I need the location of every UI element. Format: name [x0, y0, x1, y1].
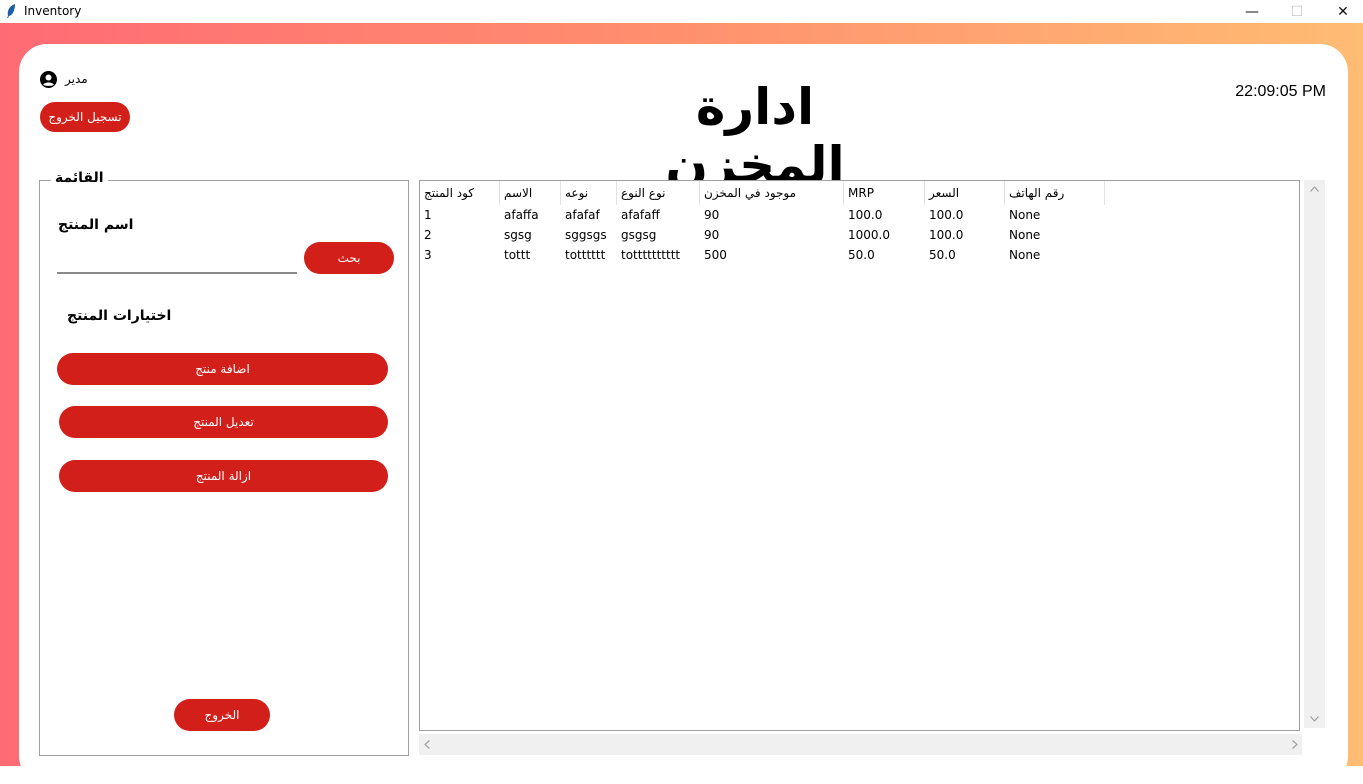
search-input[interactable] — [57, 248, 301, 272]
menu-legend: القائمة — [51, 170, 108, 186]
maximize-button[interactable]: ☐ — [1274, 0, 1320, 23]
logout-button[interactable]: تسجيل الخروج — [40, 102, 130, 132]
table-header: كود المنتج الاسم نوعه نوع النوع موجود في… — [420, 181, 1120, 205]
table-cell: 500 — [704, 248, 727, 262]
column-header[interactable]: رقم الهاتف — [1005, 181, 1105, 205]
column-header[interactable]: موجود في المخزن — [700, 181, 844, 205]
table-cell: totttttttttt — [621, 248, 681, 262]
remove-product-button[interactable]: ازالة المنتج — [59, 460, 388, 492]
user-role-label: مدير — [65, 72, 88, 86]
exit-button[interactable]: الخروج — [174, 699, 270, 731]
minimize-button[interactable]: — — [1229, 0, 1275, 23]
table-cell: 100.0 — [848, 208, 883, 222]
product-options-label: اختيارات المنتج — [67, 308, 172, 324]
table-cell: 2 — [424, 228, 432, 242]
product-name-label: اسم المنتج — [58, 217, 134, 233]
vertical-scrollbar[interactable] — [1304, 180, 1325, 728]
search-underline — [57, 272, 297, 274]
horizontal-scrollbar[interactable] — [419, 734, 1302, 755]
add-product-button[interactable]: اضافة منتج — [57, 353, 388, 385]
table-row[interactable]: 1 afaffa afafaf afafaff 90 100.0 100.0 N… — [420, 205, 1120, 225]
chevron-up-icon[interactable] — [1310, 186, 1319, 192]
column-header[interactable]: نوع النوع — [617, 181, 700, 205]
chevron-down-icon[interactable] — [1310, 716, 1319, 722]
table-cell: 50.0 — [929, 248, 956, 262]
chevron-right-icon[interactable] — [1292, 740, 1298, 749]
table-cell: afaffa — [504, 208, 539, 222]
chevron-left-icon[interactable] — [424, 740, 430, 749]
minimize-icon: — — [1245, 3, 1259, 20]
column-header[interactable]: الاسم — [500, 181, 561, 205]
table-cell: None — [1009, 208, 1041, 222]
table-cell: sgsg — [504, 228, 532, 242]
table-cell: totttttt — [565, 248, 606, 262]
products-table: كود المنتج الاسم نوعه نوع النوع موجود في… — [419, 180, 1300, 731]
table-cell: 90 — [704, 208, 720, 222]
close-window-button[interactable]: ✕ — [1320, 0, 1363, 23]
table-cell: afafaf — [565, 208, 600, 222]
feather-icon — [7, 4, 15, 18]
table-cell: None — [1009, 228, 1041, 242]
table-row[interactable]: 2 sgsg sggsgs gsgsg 90 1000.0 100.0 None — [420, 225, 1120, 245]
table-cell: sggsgs — [565, 228, 607, 242]
table-cell: 100.0 — [929, 208, 964, 222]
table-cell: afafaff — [621, 208, 660, 222]
user-circle-icon — [40, 71, 57, 88]
maximize-icon: ☐ — [1290, 3, 1304, 20]
table-cell: 100.0 — [929, 228, 964, 242]
column-header[interactable]: السعر — [925, 181, 1005, 205]
table-row[interactable]: 3 tottt totttttt totttttttttt 500 50.0 5… — [420, 245, 1120, 265]
column-header[interactable]: كود المنتج — [420, 181, 500, 205]
table-cell: 1000.0 — [848, 228, 890, 242]
clock: 22:09:05 PM — [1235, 83, 1326, 100]
table-cell: 1 — [424, 208, 432, 222]
window-titlebar: Inventory — ☐ ✕ — [0, 0, 1363, 23]
table-cell: 90 — [704, 228, 720, 242]
column-header[interactable]: نوعه — [561, 181, 617, 205]
table-cell: 50.0 — [848, 248, 875, 262]
table-cell: gsgsg — [621, 228, 657, 242]
close-icon: ✕ — [1337, 3, 1349, 20]
table-cell: 3 — [424, 248, 432, 262]
table-cell: tottt — [504, 248, 531, 262]
table-cell: None — [1009, 248, 1041, 262]
window-title: Inventory — [24, 4, 82, 18]
search-button[interactable]: بحث — [304, 242, 394, 274]
page-title: ادارة المخزن — [665, 78, 845, 194]
column-header[interactable]: MRP — [844, 181, 925, 205]
edit-product-button[interactable]: تعديل المنتج — [59, 406, 388, 438]
